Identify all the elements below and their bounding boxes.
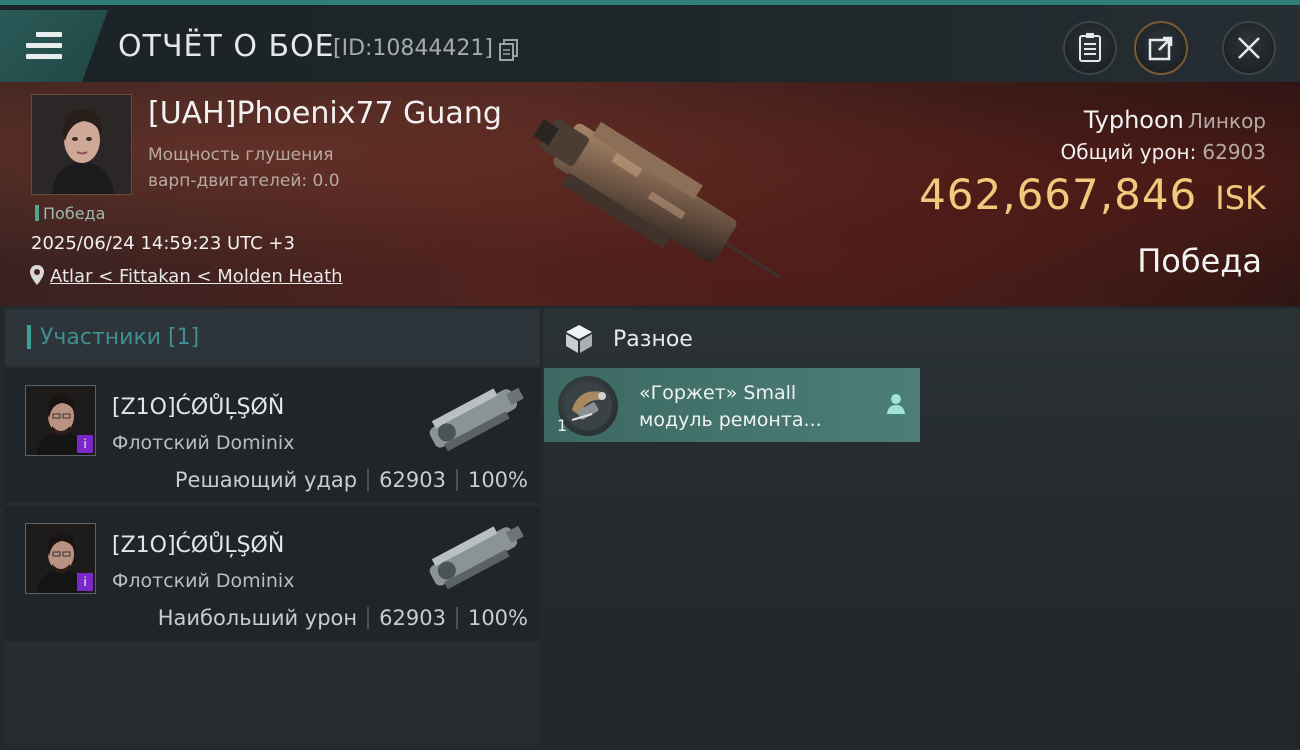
category-header: Разное <box>543 309 1300 367</box>
warp-jam-strength: Мощность глушения варп-двигателей: 0.0 <box>148 142 358 194</box>
participant-row[interactable]: i [Z1O]ĆØŮĻŞØŇ Флотский Dominix Решающий… <box>5 368 540 503</box>
victim-pilot-name[interactable]: [UAH]Phoenix77 Guang <box>148 96 502 131</box>
victim-ship-class: Линкор <box>1187 109 1266 133</box>
header-accent-bar <box>27 325 31 349</box>
item-name-line1: «Горжет» Small <box>639 382 797 404</box>
participants-header: Участники [1] <box>5 309 540 366</box>
item-name: «Горжет» Small модуль ремонта... <box>639 380 879 434</box>
isk-amount: 462,667,846 <box>919 170 1198 219</box>
victim-header: [UAH]Phoenix77 Guang Мощность глушения в… <box>0 82 1300 306</box>
participant-damage: 62903 <box>379 606 446 630</box>
status-bar-icon <box>35 205 39 221</box>
isk-unit: ISK <box>1215 179 1266 217</box>
participant-name[interactable]: [Z1O]ĆØŮĻŞØŇ <box>112 533 284 558</box>
close-icon <box>1238 37 1260 59</box>
total-damage: Общий урон: 62903 <box>1061 140 1266 164</box>
participants-title: Участники [1] <box>40 325 200 350</box>
close-button[interactable] <box>1222 21 1276 75</box>
participant-role: Решающий удар <box>174 468 358 492</box>
participant-stats: Решающий удар 62903 100% <box>175 468 528 492</box>
victim-ship-image[interactable] <box>510 98 780 288</box>
participant-ship-image[interactable] <box>415 382 530 454</box>
participant-ship: Флотский Dominix <box>112 432 295 454</box>
warp-jam-label-line2: варп-двигателей: 0.0 <box>148 171 340 191</box>
participant-name[interactable]: [Z1O]ĆØŮĻŞØŇ <box>112 395 284 420</box>
security-badge: i <box>77 435 93 453</box>
victim-ship-name[interactable]: Typhoon <box>1084 106 1184 134</box>
menu-button[interactable] <box>0 10 108 82</box>
participant-percent: 100% <box>467 468 528 492</box>
kill-datetime: 2025/06/24 14:59:23 UTC +3 <box>31 233 295 254</box>
person-icon <box>887 394 905 414</box>
share-button[interactable] <box>1134 21 1188 75</box>
share-icon <box>1148 36 1173 61</box>
victim-ship-type: Typhoon Линкор <box>1084 106 1266 134</box>
copy-icon[interactable] <box>499 39 519 61</box>
participant-ship-image[interactable] <box>415 520 530 592</box>
page-title: ОТЧЁТ О БОЕ <box>118 29 335 64</box>
location-link[interactable]: Atlar < Fittakan < Molden Heath <box>50 266 343 287</box>
participant-percent: 100% <box>467 606 528 630</box>
item-quantity: 1 <box>557 416 568 435</box>
report-id: [ID:10844421] <box>333 36 493 61</box>
clipboard-button[interactable] <box>1063 21 1117 75</box>
participant-stats: Наибольший урон 62903 100% <box>158 606 528 630</box>
status-indicator: Победа <box>35 204 105 223</box>
participant-role: Наибольший урон <box>157 606 358 630</box>
participants-panel: Участники [1] i [Z1O]ĆØŮĻŞØŇ Флотский Do… <box>5 309 540 745</box>
items-panel: Разное 1 «Горжет» Small модуль ремонта..… <box>543 309 1300 745</box>
warp-jam-label-line1: Мощность глушения <box>148 145 334 165</box>
participant-portrait[interactable]: i <box>25 385 96 456</box>
dropped-item[interactable]: 1 «Горжет» Small модуль ремонта... <box>544 368 920 442</box>
total-damage-label: Общий урон: <box>1060 140 1197 164</box>
top-bar: ОТЧЁТ О БОЕ [ID:10844421] <box>0 0 1300 82</box>
kill-location[interactable]: Atlar < Fittakan < Molden Heath <box>30 265 343 287</box>
item-name-line2: модуль ремонта... <box>639 409 822 431</box>
participant-row[interactable]: i [Z1O]ĆØŮĻŞØŇ Флотский Dominix Наибольш… <box>5 506 540 641</box>
location-pin-icon <box>30 265 44 285</box>
cube-icon <box>566 325 592 353</box>
clipboard-icon <box>1079 33 1101 62</box>
status-label: Победа <box>43 204 106 223</box>
category-label: Разное <box>613 327 693 352</box>
participant-damage: 62903 <box>379 468 446 492</box>
security-badge: i <box>77 573 93 591</box>
isk-value: 462,667,846 ISK <box>919 170 1266 219</box>
victim-portrait[interactable] <box>31 94 132 195</box>
participant-ship: Флотский Dominix <box>112 570 295 592</box>
total-damage-value: 62903 <box>1202 140 1266 164</box>
battle-result: Победа <box>1137 242 1262 280</box>
participant-portrait[interactable]: i <box>25 523 96 594</box>
menu-icon <box>26 32 62 60</box>
